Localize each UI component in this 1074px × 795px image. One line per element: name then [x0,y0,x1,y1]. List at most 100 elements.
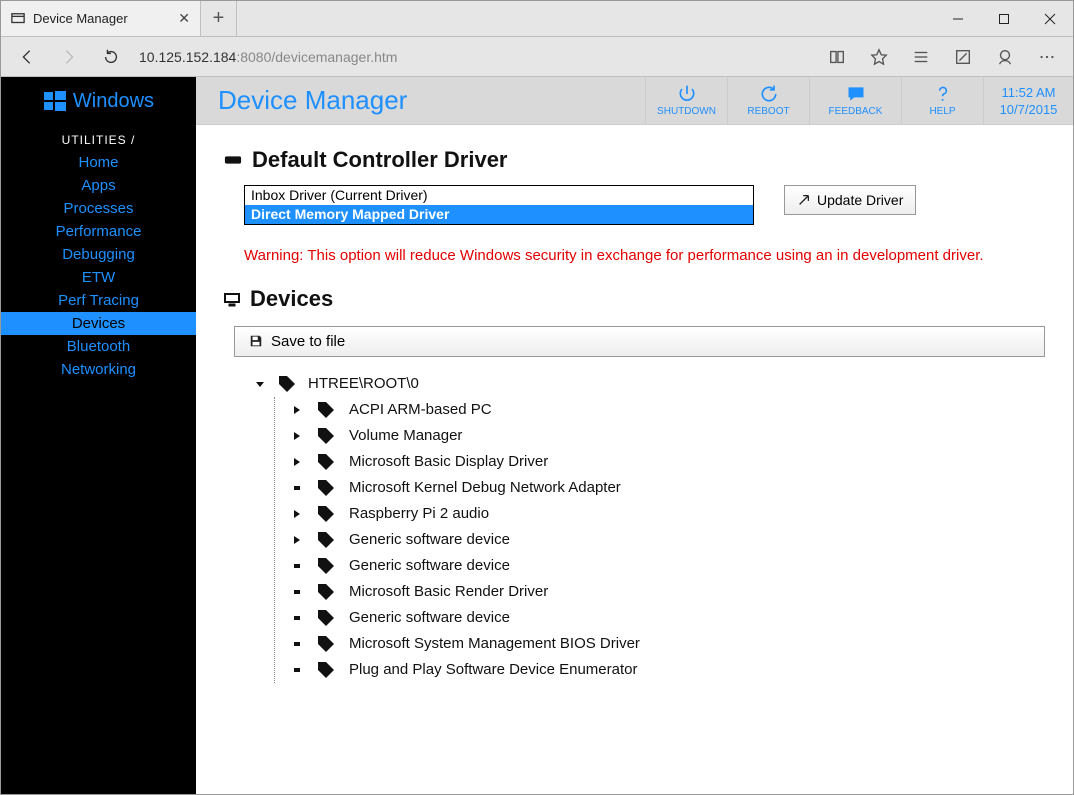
caret-right-icon[interactable] [291,508,303,520]
sidebar-item-processes[interactable]: Processes [1,197,196,220]
caret-right-icon[interactable] [291,534,303,546]
feedback-button[interactable]: FEEDBACK [809,77,901,124]
brand[interactable]: Windows [1,77,196,125]
favorite-icon[interactable] [861,37,897,76]
tree-node[interactable]: Microsoft Kernel Debug Network Adapter [291,475,1045,501]
share-icon[interactable] [987,37,1023,76]
tree-node-label: Microsoft Kernel Debug Network Adapter [349,479,621,496]
help-icon [933,84,953,104]
close-tab-icon[interactable]: ✕ [178,10,190,27]
new-tab-button[interactable]: + [201,1,237,36]
sidebar-item-home[interactable]: Home [1,151,196,174]
tree-node[interactable]: Microsoft Basic Render Driver [291,579,1045,605]
help-label: HELP [929,106,955,117]
tree-node-label: ACPI ARM-based PC [349,401,492,418]
tree-node-label: Generic software device [349,531,510,548]
tree-root-node[interactable]: HTREE\ROOT\0 [254,371,1045,397]
reboot-button[interactable]: REBOOT [727,77,809,124]
driver-listbox[interactable]: Inbox Driver (Current Driver)Direct Memo… [244,185,754,225]
tag-icon [317,661,335,679]
tree-node[interactable]: Raspberry Pi 2 audio [291,501,1045,527]
url-path: /devicemanager.htm [271,49,397,65]
browser-chrome: Device Manager ✕ + 10.125.152.184:8080/d… [1,1,1073,77]
maximize-button[interactable] [981,1,1027,36]
forward-button[interactable] [51,37,87,76]
devices-section-title: Devices [224,286,1045,312]
top-bar: Device Manager SHUTDOWN REBOOT FEEDBACK … [196,77,1073,125]
tree-node-label: Microsoft Basic Display Driver [349,453,548,470]
controller-icon [224,151,242,169]
more-icon[interactable] [1029,37,1065,76]
hub-icon[interactable] [903,37,939,76]
save-to-file-button[interactable]: Save to file [234,326,1045,357]
url-port: :8080 [236,49,271,65]
tree-node[interactable]: Generic software device [291,605,1045,631]
save-icon [249,334,263,348]
sidebar-item-performance[interactable]: Performance [1,220,196,243]
sidebar-item-etw[interactable]: ETW [1,266,196,289]
sidebar-item-perf-tracing[interactable]: Perf Tracing [1,289,196,312]
shutdown-button[interactable]: SHUTDOWN [645,77,727,124]
leaf-bullet-icon[interactable] [291,638,303,650]
tree-node-label: Microsoft System Management BIOS Driver [349,635,640,652]
driver-section-title: Default Controller Driver [224,147,1045,173]
sidebar-item-apps[interactable]: Apps [1,174,196,197]
tree-node[interactable]: Plug and Play Software Device Enumerator [291,657,1045,683]
driver-option[interactable]: Direct Memory Mapped Driver [245,205,753,224]
tab-favicon-icon [11,12,25,26]
minimize-button[interactable] [935,1,981,36]
tag-icon [317,401,335,419]
sidebar-item-networking[interactable]: Networking [1,358,196,381]
brand-text: Windows [73,90,154,113]
clock-time: 11:52 AM [1002,85,1056,100]
address-bar[interactable]: 10.125.152.184:8080/devicemanager.htm [135,49,813,65]
refresh-button[interactable] [93,37,129,76]
tree-node[interactable]: Microsoft Basic Display Driver [291,449,1045,475]
app-container: Windows UTILITIES / HomeAppsProcessesPer… [1,77,1073,794]
tree-node[interactable]: Volume Manager [291,423,1045,449]
sidebar-item-debugging[interactable]: Debugging [1,243,196,266]
chat-icon [846,84,866,104]
sidebar-item-bluetooth[interactable]: Bluetooth [1,335,196,358]
leaf-bullet-icon[interactable] [291,482,303,494]
tag-icon [317,479,335,497]
tree-node[interactable]: ACPI ARM-based PC [291,397,1045,423]
tree-node[interactable]: Microsoft System Management BIOS Driver [291,631,1045,657]
caret-right-icon[interactable] [291,430,303,442]
tree-node-label: Generic software device [349,609,510,626]
help-button[interactable]: HELP [901,77,983,124]
tag-icon [317,609,335,627]
tag-icon [317,531,335,549]
browser-tab[interactable]: Device Manager ✕ [1,1,201,36]
sidebar-item-devices[interactable]: Devices [1,312,196,335]
tree-node[interactable]: Generic software device [291,553,1045,579]
tree-node-label: Plug and Play Software Device Enumerator [349,661,637,678]
close-window-button[interactable] [1027,1,1073,36]
shutdown-label: SHUTDOWN [657,106,716,117]
driver-option[interactable]: Inbox Driver (Current Driver) [245,186,753,205]
feedback-label: FEEDBACK [829,106,883,117]
tab-bar: Device Manager ✕ + [1,1,1073,37]
leaf-bullet-icon[interactable] [291,586,303,598]
reboot-label: REBOOT [747,106,789,117]
tree-node-label: Raspberry Pi 2 audio [349,505,489,522]
caret-right-icon[interactable] [291,456,303,468]
tag-icon [317,583,335,601]
leaf-bullet-icon[interactable] [291,560,303,572]
tag-icon [317,635,335,653]
caret-down-icon[interactable] [254,378,266,390]
reading-view-icon[interactable] [819,37,855,76]
update-driver-button[interactable]: Update Driver [784,185,916,215]
tag-icon [278,375,296,393]
webnote-icon[interactable] [945,37,981,76]
tag-icon [317,557,335,575]
sidebar: Windows UTILITIES / HomeAppsProcessesPer… [1,77,196,794]
tab-title: Device Manager [33,11,170,26]
back-button[interactable] [9,37,45,76]
tree-node[interactable]: Generic software device [291,527,1045,553]
update-icon [797,193,811,207]
leaf-bullet-icon[interactable] [291,664,303,676]
leaf-bullet-icon[interactable] [291,612,303,624]
caret-right-icon[interactable] [291,404,303,416]
tree-root-label: HTREE\ROOT\0 [308,375,419,392]
